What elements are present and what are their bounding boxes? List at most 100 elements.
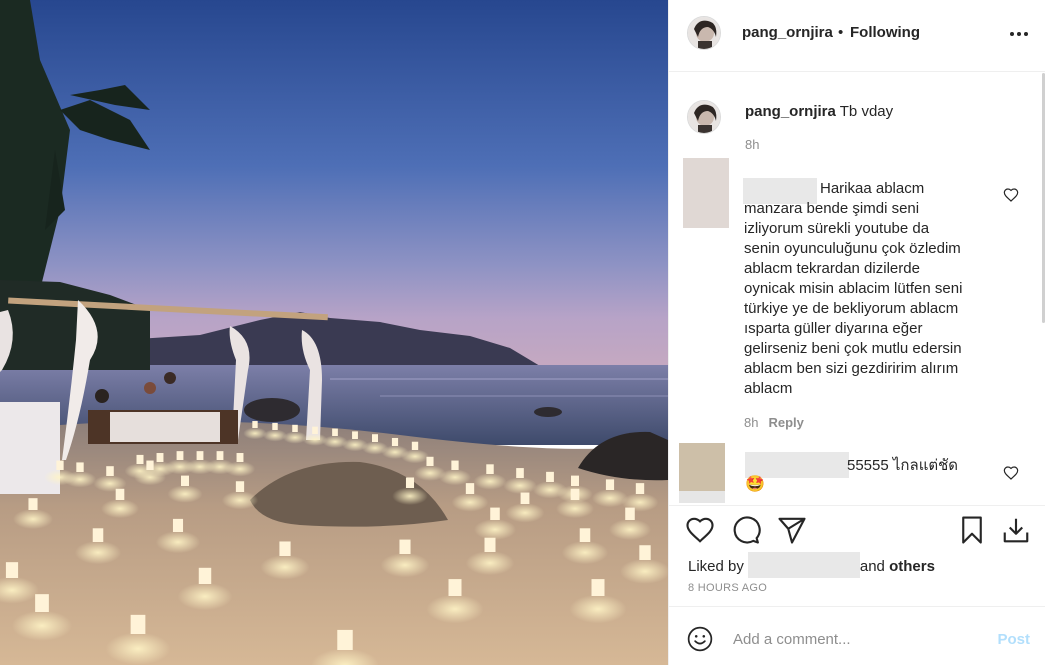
lantern-glow <box>474 519 516 541</box>
download-icon[interactable] <box>1001 515 1031 545</box>
lantern <box>635 483 645 494</box>
author-avatar[interactable] <box>687 16 721 50</box>
lantern <box>115 488 125 500</box>
comment-time[interactable]: 8h <box>744 415 758 430</box>
lantern-glow <box>63 471 97 488</box>
lantern <box>411 441 419 450</box>
liked-by-prefix: Liked by <box>688 557 744 575</box>
lantern-glow <box>243 427 267 440</box>
lantern <box>465 483 475 494</box>
lantern <box>146 460 154 470</box>
heart-icon[interactable] <box>685 515 715 545</box>
lantern <box>156 453 164 462</box>
lantern-glow <box>439 469 471 486</box>
post-photo[interactable] <box>0 0 668 665</box>
commenter-avatar[interactable] <box>683 158 729 228</box>
lantern <box>546 471 554 482</box>
comment-composer: Post <box>669 606 1045 665</box>
lantern <box>292 424 298 432</box>
lantern-glow <box>556 499 594 519</box>
post-comment-button[interactable]: Post <box>997 631 1030 648</box>
redacted-liker[interactable] <box>747 552 860 578</box>
avatar-placeholder-2 <box>679 443 725 491</box>
lantern <box>236 453 244 462</box>
lantern-glow <box>609 519 651 541</box>
post-time-ago[interactable]: 8 HOURS AGO <box>688 582 767 594</box>
comment-icon[interactable] <box>731 515 761 545</box>
lantern <box>571 475 579 486</box>
lantern-glow <box>561 540 609 565</box>
lantern-glow <box>177 582 233 611</box>
lantern <box>399 539 411 554</box>
avatar-placeholder <box>683 158 729 228</box>
caption: pang_ornjira Tb vday <box>745 103 893 121</box>
lantern <box>579 528 591 542</box>
comments-list[interactable]: pang_ornjira Tb vday 8h Harikaa ablacm m… <box>669 73 1045 505</box>
following-button[interactable]: Following <box>850 24 920 41</box>
post-details-panel: pang_ornjira • Following pang_ornjira Tb… <box>668 0 1045 665</box>
lantern-glow <box>74 540 122 565</box>
lantern-glow <box>167 485 203 503</box>
lantern <box>520 492 530 504</box>
lantern <box>639 545 651 560</box>
lantern <box>28 498 38 510</box>
reply-button[interactable]: Reply <box>768 415 803 430</box>
emoji-icon[interactable] <box>687 626 713 652</box>
lantern <box>181 475 189 486</box>
caption-avatar[interactable] <box>687 100 721 134</box>
lantern <box>605 479 615 490</box>
lantern <box>312 426 318 434</box>
lantern <box>76 462 84 472</box>
lantern-glow <box>134 469 166 486</box>
comment-meta: 8h Reply <box>744 415 804 430</box>
like-comment-heart-icon-2[interactable] <box>1003 465 1019 481</box>
caption-time[interactable]: 8h <box>745 137 759 152</box>
lantern-glow <box>13 509 53 530</box>
comment-input[interactable] <box>733 625 983 653</box>
comment-text: Harikaa ablacm manzara bende şimdi seni … <box>744 180 963 397</box>
lantern-glow <box>401 449 429 464</box>
share-icon[interactable] <box>777 515 807 545</box>
lantern <box>216 451 224 460</box>
lantern-glow <box>392 487 428 505</box>
lantern <box>92 528 104 542</box>
caption-username[interactable]: pang_ornjira <box>745 103 836 120</box>
liked-by-and: and <box>859 557 885 575</box>
lantern <box>337 629 353 650</box>
liked-by-others[interactable]: others <box>889 558 935 575</box>
lantern <box>405 477 415 488</box>
bookmark-icon[interactable] <box>957 515 987 545</box>
lantern <box>198 567 212 584</box>
separator-dot: • <box>838 24 844 41</box>
lantern <box>570 488 580 500</box>
lantern <box>136 454 144 464</box>
lantern-glow <box>105 632 171 665</box>
lantern-glow <box>465 550 515 576</box>
lantern <box>56 460 64 470</box>
commenter-avatar-2[interactable] <box>679 443 725 503</box>
more-horizontal-icon[interactable] <box>1010 30 1030 38</box>
lantern <box>5 562 19 578</box>
lantern <box>486 464 494 474</box>
lantern <box>252 421 258 428</box>
post-actions: Liked by and others 8 HOURS AGO <box>669 505 1045 605</box>
author-username[interactable]: pang_ornjira <box>742 24 833 41</box>
lantern <box>625 507 635 520</box>
lantern <box>372 434 378 442</box>
lantern <box>272 422 278 430</box>
lantern-glow <box>101 499 139 519</box>
avatar-placeholder-2-bottom <box>679 491 725 503</box>
like-comment-heart-icon[interactable] <box>1003 187 1019 203</box>
lantern <box>591 579 605 596</box>
lantern-glow <box>263 429 287 442</box>
lantern <box>426 456 434 466</box>
lantern-glow <box>224 461 256 477</box>
lantern <box>196 451 204 460</box>
comment-text-2: 55555 ไกลแต่ชัด <box>847 457 959 474</box>
lantern <box>106 466 114 476</box>
liked-by: Liked by and others <box>688 552 935 580</box>
lantern <box>352 431 358 439</box>
lantern-glow <box>505 503 545 523</box>
lantern-glow <box>569 594 627 624</box>
lantern <box>176 451 184 460</box>
